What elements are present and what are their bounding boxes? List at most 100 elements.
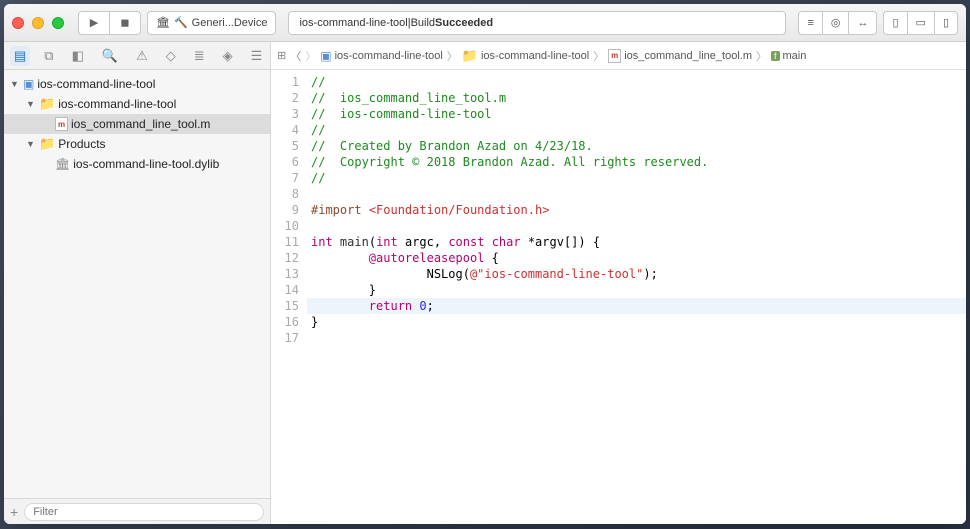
code-line[interactable]: NSLog(@"ios-command-line-tool"); [307, 266, 966, 282]
navigator-footer: + [4, 498, 270, 524]
toggle-debug-button[interactable]: ▭ [907, 11, 934, 35]
disclosure-triangle[interactable]: ▼ [26, 99, 36, 109]
code-line[interactable]: // Created by Brandon Azad on 4/23/18. [307, 138, 966, 154]
line-number: 5 [271, 138, 299, 154]
toggle-navigator-button[interactable]: ▯ [883, 11, 906, 35]
activity-status-bar: ios-command-line-tool | Build Succeeded [288, 11, 786, 35]
code-line[interactable]: // Copyright © 2018 Brandon Azad. All ri… [307, 154, 966, 170]
arrows-icon: ↔ [857, 17, 868, 29]
version-editor-button[interactable]: ↔ [848, 11, 877, 35]
disclosure-triangle[interactable]: ▼ [26, 139, 36, 149]
editor-area: ⊞ 〈 〉 ▣ios-command-line-tool 〉 📁ios-comm… [271, 42, 966, 524]
tree-row[interactable]: 🏛ios-command-line-tool.dylib [4, 154, 270, 174]
tree-row[interactable]: ▼📁Products [4, 134, 270, 154]
issue-navigator-tab[interactable]: ⚠ [132, 46, 152, 66]
run-button[interactable]: ▶ [78, 11, 109, 35]
stop-button[interactable]: ◼ [109, 11, 141, 35]
code-line[interactable] [307, 218, 966, 234]
crumb-symbol[interactable]: fmain [771, 50, 806, 62]
rings-icon: ◎ [831, 16, 841, 29]
tree-item-label: ios-command-line-tool [37, 77, 155, 91]
code-line[interactable]: // [307, 170, 966, 186]
jump-bar[interactable]: ⊞ 〈 〉 ▣ios-command-line-tool 〉 📁ios-comm… [271, 42, 966, 70]
line-number: 6 [271, 154, 299, 170]
filter-input[interactable] [24, 503, 264, 521]
line-number: 7 [271, 170, 299, 186]
related-items-icon[interactable]: ⊞ [277, 49, 286, 62]
back-button[interactable]: 〈 [290, 48, 301, 64]
code-line[interactable]: return 0; [307, 298, 966, 314]
lines-icon: ≡ [807, 17, 813, 29]
tree-item-label: Products [58, 137, 105, 151]
project-icon: ▣ [23, 77, 34, 91]
scheme-target: 🏛 🔨 Generi...Device [148, 12, 275, 34]
project-tree[interactable]: ▼▣ios-command-line-tool▼📁ios-command-lin… [4, 70, 270, 498]
navigator-tabs: ▤ ⧉ ◧ 🔍 ⚠ ◇ ≣ ◈ ☰ [4, 42, 270, 70]
library-icon: 🏛 [156, 16, 170, 29]
line-gutter: 1234567891011121314151617 [271, 70, 307, 524]
code-content[interactable]: //// ios_command_line_tool.m// ios-comma… [307, 70, 966, 524]
scheme-selector[interactable]: 🏛 🔨 Generi...Device [147, 11, 276, 35]
code-line[interactable]: // ios-command-line-tool [307, 106, 966, 122]
left-panel-icon: ▯ [892, 16, 898, 29]
code-editor[interactable]: 1234567891011121314151617 //// ios_comma… [271, 70, 966, 524]
test-navigator-tab[interactable]: ◇ [162, 46, 180, 66]
run-stop-group: ▶ ◼ [78, 11, 141, 35]
close-button[interactable] [12, 17, 24, 29]
function-icon: f [771, 51, 780, 61]
add-button[interactable]: + [10, 504, 18, 520]
folder-icon: 📁 [39, 136, 55, 152]
line-number: 12 [271, 250, 299, 266]
find-navigator-tab[interactable]: 🔍 [98, 46, 122, 66]
code-line[interactable]: // [307, 74, 966, 90]
report-navigator-tab[interactable]: ☰ [247, 46, 267, 66]
disclosure-triangle[interactable]: ▼ [10, 79, 20, 89]
symbol-navigator-tab[interactable]: ◧ [68, 46, 88, 66]
assistant-editor-button[interactable]: ◎ [822, 11, 849, 35]
status-result: Succeeded [435, 17, 493, 29]
toggle-utilities-button[interactable]: ▯ [934, 11, 958, 35]
navigator-panel: ▤ ⧉ ◧ 🔍 ⚠ ◇ ≣ ◈ ☰ ▼▣ios-command-line-too… [4, 42, 271, 524]
mfile-icon: m [608, 49, 621, 63]
forward-button[interactable]: 〉 [305, 48, 316, 64]
mfile-icon: m [55, 117, 68, 131]
line-number: 11 [271, 234, 299, 250]
crumb-folder[interactable]: 📁ios-command-line-tool [462, 48, 589, 64]
code-line[interactable]: } [307, 314, 966, 330]
code-line[interactable]: int main(int argc, const char *argv[]) { [307, 234, 966, 250]
main-body: ▤ ⧉ ◧ 🔍 ⚠ ◇ ≣ ◈ ☰ ▼▣ios-command-line-too… [4, 42, 966, 524]
crumb-file[interactable]: mios_command_line_tool.m [608, 49, 752, 63]
line-number: 10 [271, 218, 299, 234]
code-line[interactable] [307, 186, 966, 202]
tree-row[interactable]: ▼▣ios-command-line-tool [4, 74, 270, 94]
line-number: 15 [271, 298, 299, 314]
code-line[interactable]: @autoreleasepool { [307, 250, 966, 266]
line-number: 1 [271, 74, 299, 90]
project-icon: ▣ [320, 49, 331, 63]
code-line[interactable] [307, 330, 966, 346]
code-line[interactable]: // ios_command_line_tool.m [307, 90, 966, 106]
line-number: 3 [271, 106, 299, 122]
status-action: Build [411, 17, 435, 29]
status-project: ios-command-line-tool [299, 17, 407, 29]
standard-editor-button[interactable]: ≡ [798, 11, 821, 35]
line-number: 9 [271, 202, 299, 218]
maximize-button[interactable] [52, 17, 64, 29]
right-panel-icon: ▯ [943, 16, 949, 29]
line-number: 14 [271, 282, 299, 298]
crumb-project[interactable]: ▣ios-command-line-tool [320, 49, 443, 63]
source-control-tab[interactable]: ⧉ [40, 46, 57, 66]
minimize-button[interactable] [32, 17, 44, 29]
library-icon: 🏛 [55, 157, 70, 171]
traffic-lights [12, 17, 64, 29]
tree-row[interactable]: mios_command_line_tool.m [4, 114, 270, 134]
line-number: 17 [271, 330, 299, 346]
code-line[interactable]: #import <Foundation/Foundation.h> [307, 202, 966, 218]
project-navigator-tab[interactable]: ▤ [10, 46, 30, 66]
debug-navigator-tab[interactable]: ≣ [190, 46, 209, 66]
tree-row[interactable]: ▼📁ios-command-line-tool [4, 94, 270, 114]
line-number: 8 [271, 186, 299, 202]
code-line[interactable]: } [307, 282, 966, 298]
code-line[interactable]: // [307, 122, 966, 138]
breakpoint-navigator-tab[interactable]: ◈ [219, 46, 237, 66]
